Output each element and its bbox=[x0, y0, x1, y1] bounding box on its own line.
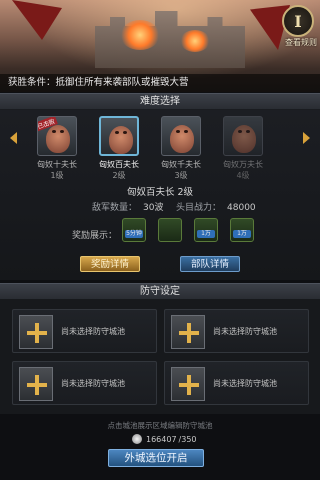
leader-power-value: 48000 bbox=[227, 203, 256, 213]
cost-row: 166407 /350 bbox=[132, 434, 197, 444]
selected-enemy-title: 匈奴百夫长 2级 bbox=[126, 187, 194, 198]
enemy-card-selected[interactable]: 匈奴百夫长 2级 bbox=[96, 116, 142, 181]
enemy-portrait bbox=[161, 116, 201, 156]
slot-text: 尚未选择防守城池 bbox=[213, 379, 277, 388]
speedup-icon[interactable]: 5分钟 bbox=[122, 218, 146, 242]
difficulty-header: 难度选择 bbox=[0, 93, 320, 110]
coin-total: /350 bbox=[178, 434, 197, 444]
enemy-level: 3级 bbox=[174, 171, 188, 180]
defense-slot[interactable]: 尚未选择防守城池 bbox=[164, 361, 309, 405]
resource-icon[interactable]: 1万 bbox=[230, 218, 254, 242]
plus-icon[interactable] bbox=[19, 367, 53, 401]
leader-power-stat: 头目战力： 48000 bbox=[176, 200, 256, 213]
defense-panel: 尚未选择防守城池 尚未选择防守城池 尚未选择防守城池 尚未选择防守城池 bbox=[0, 299, 320, 414]
fire-effect bbox=[180, 30, 210, 52]
reward-label: 奖励展示： bbox=[72, 231, 118, 241]
enemy-card[interactable]: 已击败 匈奴十夫长 1级 bbox=[34, 116, 80, 181]
reward-detail-button[interactable]: 奖励详情 bbox=[80, 256, 140, 272]
enemy-portrait: 已击败 bbox=[37, 116, 77, 156]
enemy-name: 匈奴十夫长 bbox=[37, 160, 77, 169]
tool-icon[interactable] bbox=[158, 218, 182, 242]
enemy-count-value: 30波 bbox=[143, 203, 164, 213]
reward-badge: 5分钟 bbox=[125, 230, 143, 238]
enemy-name: 匈奴千夫长 bbox=[161, 160, 201, 169]
silver-coin-icon bbox=[132, 434, 142, 444]
enemy-name: 匈奴万夫长 bbox=[223, 160, 263, 169]
enemy-name: 匈奴百夫长 bbox=[99, 160, 139, 169]
edit-hint: 点击城池展示区域编辑防守城池 bbox=[107, 421, 213, 430]
enemy-level: 2级 bbox=[112, 171, 126, 180]
enemy-portrait bbox=[223, 116, 263, 156]
enemy-portrait bbox=[99, 116, 139, 156]
rules-icon: I bbox=[294, 11, 302, 31]
plus-icon[interactable] bbox=[19, 315, 53, 349]
battle-banner: I 查看规则 获胜条件：抵御住所有来袭部队或摧毁大营 bbox=[0, 0, 320, 92]
rules-button[interactable]: I bbox=[282, 5, 314, 37]
war-flag bbox=[12, 0, 62, 40]
rules-label: 查看规则 bbox=[285, 38, 317, 47]
prev-arrow-icon[interactable] bbox=[10, 132, 17, 144]
resource-icon[interactable]: 1万 bbox=[194, 218, 218, 242]
castle-illustration bbox=[95, 11, 245, 68]
enemy-card[interactable]: 匈奴万夫长 4级 bbox=[220, 116, 266, 181]
difficulty-panel: 已击败 匈奴十夫长 1级 匈奴百夫长 2级 匈奴千夫长 3级 匈奴万夫长 4级 … bbox=[0, 110, 320, 280]
enemy-count-stat: 敌军数量： 30波 bbox=[92, 200, 163, 213]
defense-slot[interactable]: 尚未选择防守城池 bbox=[164, 309, 309, 353]
victory-condition: 获胜条件：抵御住所有来袭部队或摧毁大营 bbox=[0, 74, 320, 92]
reward-badge: 1万 bbox=[197, 230, 215, 238]
troop-detail-button[interactable]: 部队详情 bbox=[180, 256, 240, 272]
enemy-card[interactable]: 匈奴千夫长 3级 bbox=[158, 116, 204, 181]
leader-power-label: 头目战力： bbox=[176, 203, 222, 213]
slot-text: 尚未选择防守城池 bbox=[61, 327, 125, 336]
defense-header: 防守设定 bbox=[0, 283, 320, 300]
enemy-level: 4级 bbox=[236, 171, 250, 180]
enemy-count-label: 敌军数量： bbox=[92, 203, 138, 213]
defense-slot[interactable]: 尚未选择防守城池 bbox=[12, 361, 157, 405]
next-arrow-icon[interactable] bbox=[303, 132, 310, 144]
enemy-level: 1级 bbox=[50, 171, 64, 180]
coin-value: 166407 bbox=[146, 434, 177, 444]
defense-slot[interactable]: 尚未选择防守城池 bbox=[12, 309, 157, 353]
fire-effect bbox=[120, 20, 160, 50]
plus-icon[interactable] bbox=[171, 367, 205, 401]
slot-text: 尚未选择防守城池 bbox=[213, 327, 277, 336]
reward-badge: 1万 bbox=[233, 230, 251, 238]
start-outer-city-button[interactable]: 外城选位开启 bbox=[108, 449, 204, 467]
slot-text: 尚未选择防守城池 bbox=[61, 379, 125, 388]
plus-icon[interactable] bbox=[171, 315, 205, 349]
